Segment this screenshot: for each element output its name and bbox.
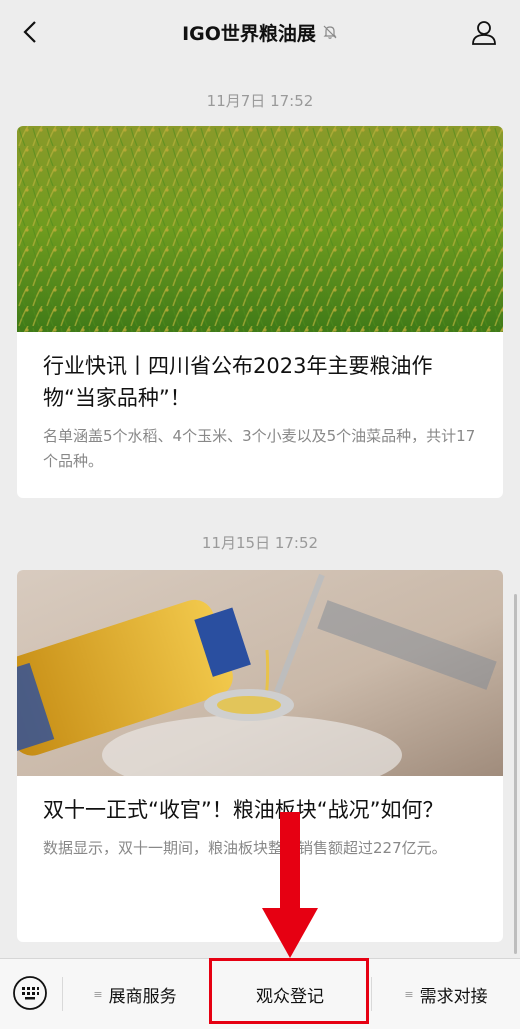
article-card[interactable]: 行业快讯丨四川省公布2023年主要粮油作物“当家品种”！ 名单涵盖5个水稻、4个… xyxy=(17,126,503,498)
keyboard-toggle-button[interactable] xyxy=(12,975,48,1011)
chevron-left-icon xyxy=(23,21,36,43)
menu-list-icon: ≡ xyxy=(93,987,103,1001)
back-button[interactable] xyxy=(12,14,48,50)
article-summary: 名单涵盖5个水稻、4个玉米、3个小麦以及5个油菜品种，共计17个品种。 xyxy=(43,427,476,470)
profile-button[interactable] xyxy=(466,14,502,50)
arrow-down-annotation-icon xyxy=(262,812,318,958)
message-feed: 11月7日 17:52 行业快讯丨四川省公布2023年主要粮油作物“当家品种”！… xyxy=(0,64,520,958)
rice-field-image xyxy=(17,126,503,332)
page-title: IGO世界粮油展 xyxy=(182,22,316,45)
oil-pouring-image xyxy=(17,570,503,776)
keyboard-icon xyxy=(13,976,47,1010)
menu-item-label: 展商服务 xyxy=(108,986,177,1007)
article-title: 行业快讯丨四川省公布2023年主要粮油作物“当家品种”！ xyxy=(43,354,433,410)
person-icon xyxy=(472,21,496,45)
scrollbar[interactable] xyxy=(514,594,517,954)
menu-item-label: 需求对接 xyxy=(419,986,488,1007)
bell-off-icon xyxy=(322,24,338,40)
article-title: 双十一正式“收官”！粮油板块“战况”如何？ xyxy=(43,798,444,822)
article-card[interactable]: 双十一正式“收官”！粮油板块“战况”如何？ 数据显示，双十一期间，粮油板块整体销… xyxy=(17,570,503,942)
message-timestamp: 11月7日 17:52 xyxy=(206,92,314,110)
article-summary: 数据显示，双十一期间，粮油板块整体销售额超过227亿元。 xyxy=(43,839,447,857)
message-timestamp: 11月15日 17:52 xyxy=(201,534,319,552)
menu-demand-matching[interactable]: ≡ 需求对接 xyxy=(372,959,520,1029)
chat-header: IGO世界粮油展 xyxy=(0,0,520,64)
menu-list-icon: ≡ xyxy=(404,987,414,1001)
menu-exhibitor-services[interactable]: ≡ 展商服务 xyxy=(62,959,208,1029)
highlight-annotation-box xyxy=(209,958,369,1024)
